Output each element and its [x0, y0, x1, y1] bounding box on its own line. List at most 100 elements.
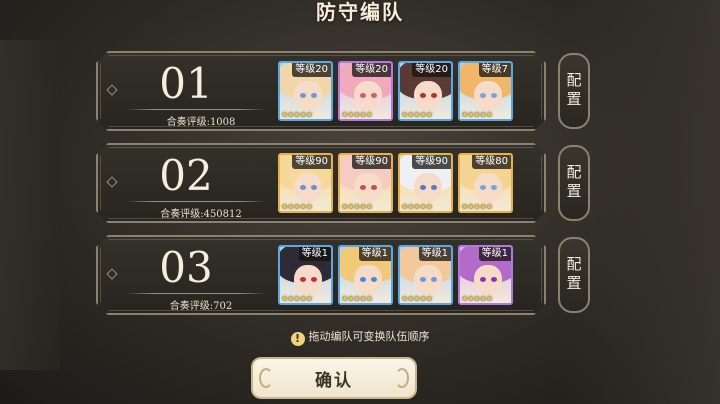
face [474, 81, 502, 111]
config-button-label: 配置 [564, 256, 583, 294]
character-card[interactable]: 等级90 ★★★★★ [338, 153, 393, 213]
star-rating: ★★★★★ [281, 202, 313, 211]
level-badge: 等级20 [292, 63, 331, 77]
team-row-3[interactable]: 03 合奏评级:702 等级1 ★★★★★ 等级1 ★★★★★ 等级1 ★★★★★ 等级1 ★… [96, 235, 546, 315]
eye [420, 277, 426, 282]
ornament-right-icon [395, 368, 409, 388]
eye [311, 277, 317, 282]
level-badge: 等级90 [412, 155, 451, 169]
eye [311, 93, 317, 98]
face [354, 173, 382, 203]
drag-hint: ! 拖动编队可变换队伍顺序 [0, 328, 720, 346]
star-rating: ★★★★★ [401, 202, 433, 211]
divider [126, 109, 266, 110]
level-badge: 等级20 [412, 63, 451, 77]
eye [300, 185, 306, 190]
level-badge: 等级1 [418, 247, 451, 261]
level-badge: 等级20 [352, 63, 391, 77]
level-badge: 等级1 [358, 247, 391, 261]
face [294, 81, 322, 111]
star-rating: ★★★★★ [461, 294, 493, 303]
star-rating: ★★★★★ [461, 202, 493, 211]
eye [491, 185, 497, 190]
star-rating: ★★★★★ [401, 110, 433, 119]
team-score: 合奏评级:1008 [166, 117, 236, 128]
star-rating: ★★★★★ [281, 294, 313, 303]
eye [360, 93, 366, 98]
face [474, 265, 502, 295]
team-score: 合奏评级:702 [169, 301, 233, 312]
star-rating: ★★★★★ [341, 294, 373, 303]
face [414, 173, 442, 203]
face [474, 173, 502, 203]
level-badge: 等级90 [292, 155, 331, 169]
info-icon: ! [290, 332, 305, 346]
config-button-label: 配置 [564, 72, 583, 110]
eye [420, 93, 426, 98]
face [414, 265, 442, 295]
star-rating: ★★★★★ [341, 202, 373, 211]
character-card[interactable]: 等级80 ★★★★★ [458, 153, 513, 213]
team-members: 等级20 ★★★★★ 等级20 ★★★★★ 等级20 ★★★★★ 等级7 ★★★★★ [278, 61, 513, 121]
eye [360, 277, 366, 282]
team-number: 02 [159, 151, 213, 200]
level-badge: 等级7 [478, 63, 511, 77]
confirm-button[interactable]: 确认 [251, 357, 417, 399]
character-card[interactable]: 等级1 ★★★★★ [398, 245, 453, 305]
confirm-button-label: 确认 [315, 370, 353, 391]
eye [300, 93, 306, 98]
eye [491, 277, 497, 282]
config-button-team-2[interactable]: 配置 [558, 145, 590, 221]
star-rating: ★★★★★ [461, 110, 493, 119]
ornament-left-icon [259, 368, 273, 388]
eye [491, 93, 497, 98]
eye [311, 185, 317, 190]
team-score: 合奏评级:450812 [160, 209, 242, 220]
team-number: 03 [159, 243, 213, 292]
eye [300, 277, 306, 282]
team-members: 等级1 ★★★★★ 等级1 ★★★★★ 等级1 ★★★★★ 等级1 ★★★★★ [278, 245, 513, 305]
eye [371, 277, 377, 282]
team-number: 01 [159, 59, 213, 108]
eye [431, 277, 437, 282]
config-button-team-3[interactable]: 配置 [558, 237, 590, 313]
face [294, 265, 322, 295]
character-card[interactable]: 等级20 ★★★★★ [338, 61, 393, 121]
drag-hint-text: 拖动编队可变换队伍顺序 [308, 330, 430, 343]
config-button-label: 配置 [564, 164, 583, 202]
character-card[interactable]: 等级1 ★★★★★ [338, 245, 393, 305]
eye [431, 185, 437, 190]
character-card[interactable]: 等级1 ★★★★★ [458, 245, 513, 305]
config-button-team-1[interactable]: 配置 [558, 53, 590, 129]
eye [480, 277, 486, 282]
level-badge: 等级1 [298, 247, 331, 261]
level-badge: 等级90 [352, 155, 391, 169]
team-row-1[interactable]: 01 合奏评级:1008 等级20 ★★★★★ 等级20 ★★★★★ 等级20 ★★★★★… [96, 51, 546, 131]
divider [126, 293, 266, 294]
character-card[interactable]: 等级90 ★★★★★ [278, 153, 333, 213]
face [354, 81, 382, 111]
eye [420, 185, 426, 190]
star-rating: ★★★★★ [281, 110, 313, 119]
background-left-panel [0, 40, 60, 370]
level-badge: 等级1 [478, 247, 511, 261]
divider [126, 201, 266, 202]
character-card[interactable]: 等级1 ★★★★★ [278, 245, 333, 305]
character-card[interactable]: 等级7 ★★★★★ [458, 61, 513, 121]
level-badge: 等级80 [472, 155, 511, 169]
face [354, 265, 382, 295]
eye [371, 93, 377, 98]
character-card[interactable]: 等级20 ★★★★★ [278, 61, 333, 121]
character-card[interactable]: 等级20 ★★★★★ [398, 61, 453, 121]
face [294, 173, 322, 203]
eye [431, 93, 437, 98]
eye [480, 185, 486, 190]
team-members: 等级90 ★★★★★ 等级90 ★★★★★ 等级90 ★★★★★ 等级80 ★★★★★ [278, 153, 513, 213]
star-rating: ★★★★★ [401, 294, 433, 303]
eye [480, 93, 486, 98]
eye [360, 185, 366, 190]
team-row-2[interactable]: 02 合奏评级:450812 等级90 ★★★★★ 等级90 ★★★★★ 等级90 ★★★… [96, 143, 546, 223]
character-card[interactable]: 等级90 ★★★★★ [398, 153, 453, 213]
face [414, 81, 442, 111]
star-rating: ★★★★★ [341, 110, 373, 119]
